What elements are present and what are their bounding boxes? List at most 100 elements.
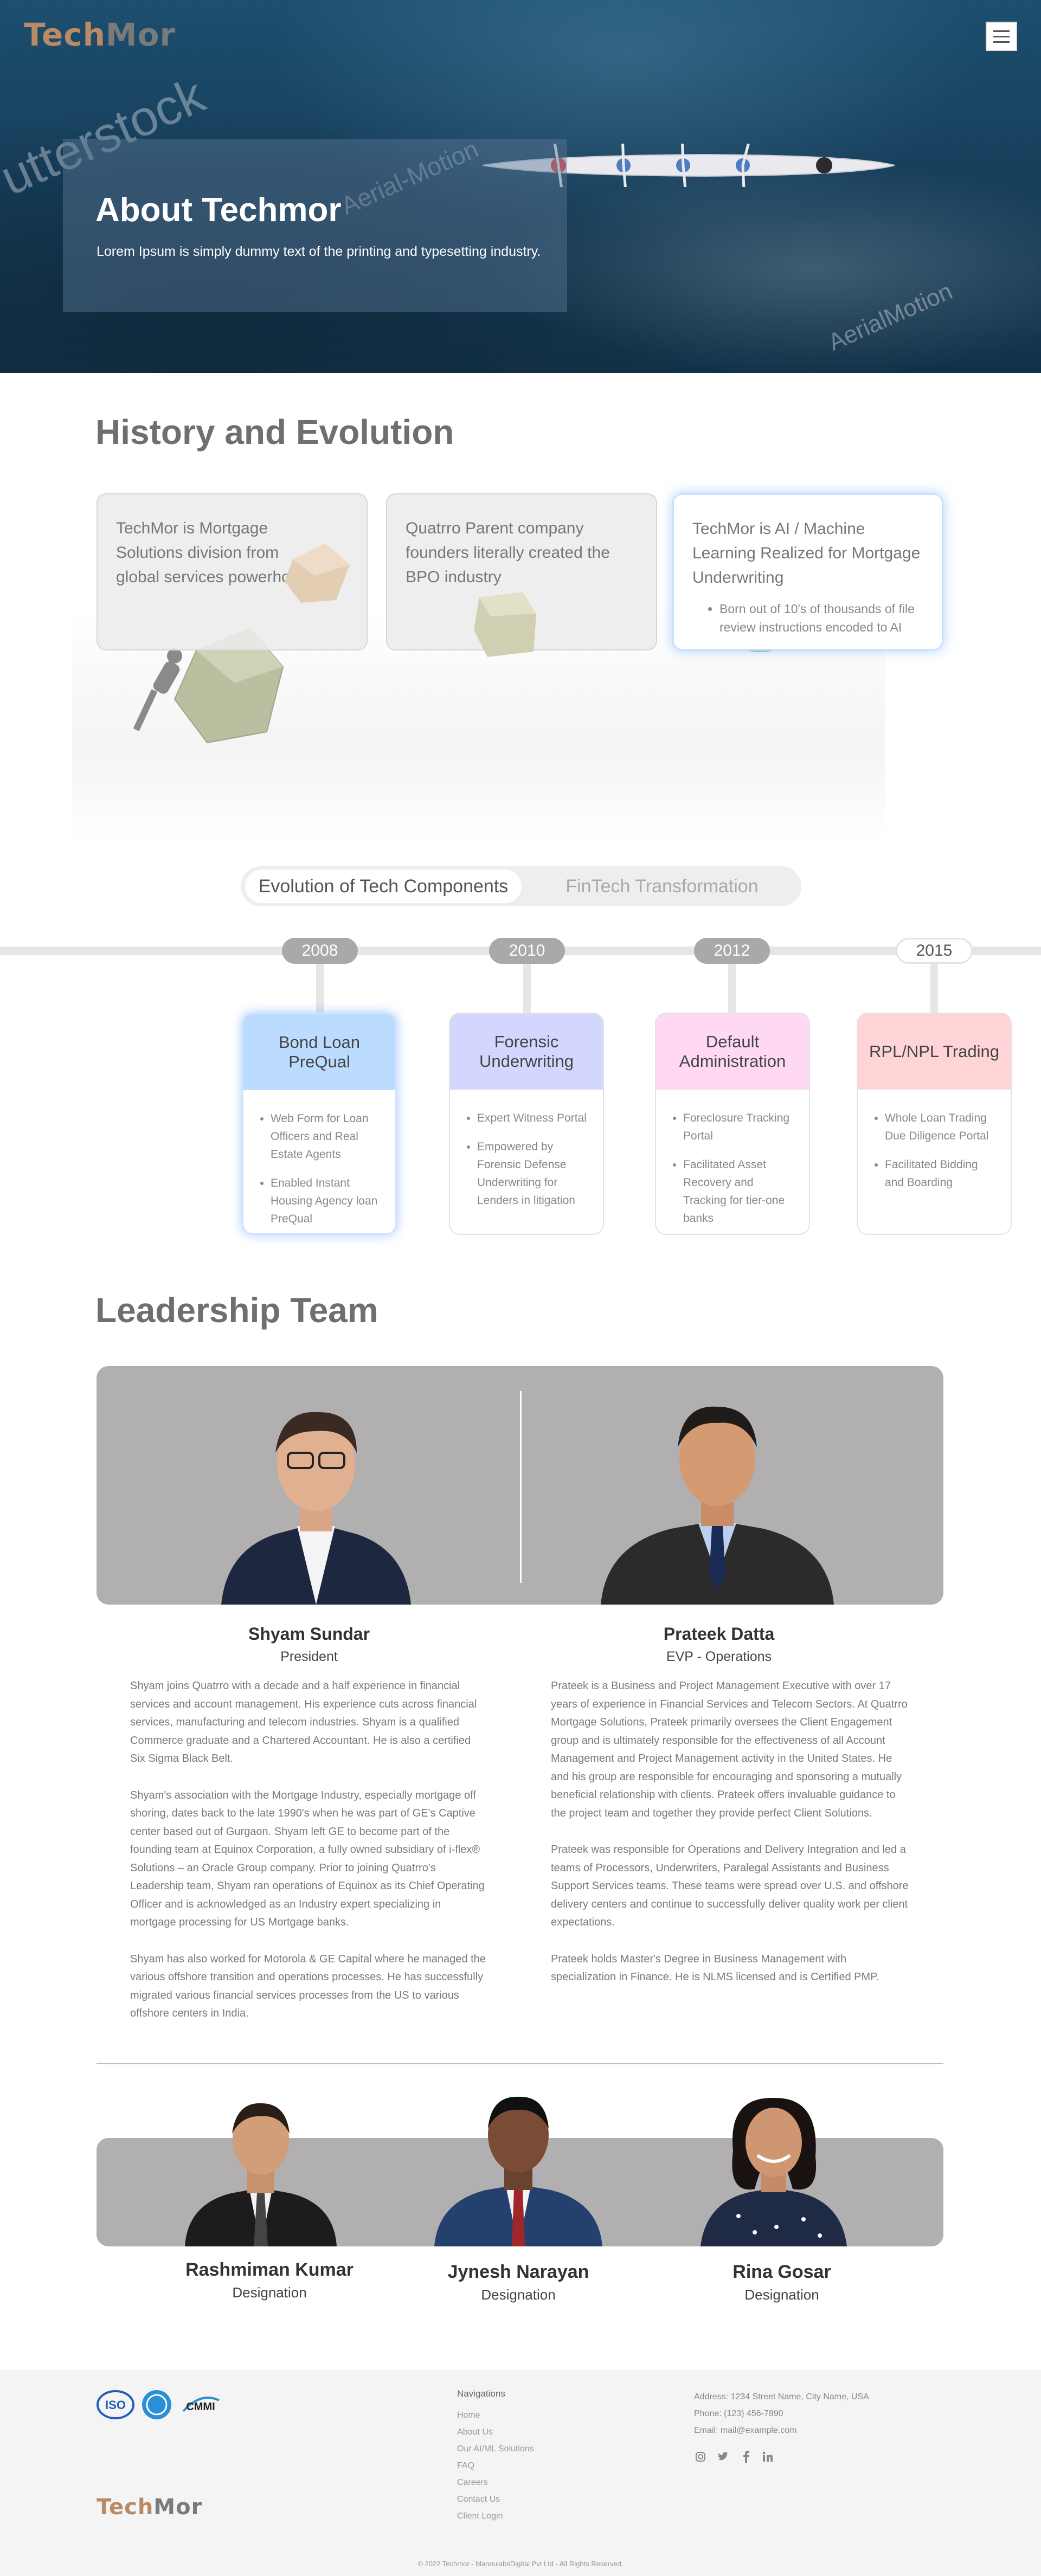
history-card-text: Quatrro Parent company founders literall… [406,519,610,586]
footer-email[interactable]: Email: mail@example.com [694,2422,869,2439]
footer-address: Address: 1234 Street Name, City Name, US… [694,2392,869,2401]
footer-link-client-login[interactable]: Client Login [457,2508,534,2525]
timeline-card-title: Forensic Underwriting [450,1014,603,1090]
history-card: TechMor is Mortgage Solutions division f… [97,493,368,651]
timeline-connector [728,964,736,1014]
timeline-card-title: Bond Loan PreQual [243,1014,395,1090]
iso-logo-icon: ISO [97,2390,134,2419]
timeline-bullet: Web Form for Loan Officers and Real Esta… [271,1110,382,1163]
timeline-card-bullets: Foreclosure Tracking Portal Facilitated … [656,1090,809,1227]
cmmi-badge-label: CMMI [186,2401,215,2413]
bio-paragraph: Shyam's association with the Mortgage In… [130,1789,485,1929]
footer-phone[interactable]: Phone: (123) 456-7890 [694,2405,869,2422]
leader-photo-shyam [221,1412,411,1605]
bio-paragraph: Shyam joins Quatrro with a decade and a … [130,1680,477,1764]
timeline-card[interactable]: Forensic Underwriting Expert Witness Por… [449,1013,604,1235]
timeline-card-title: RPL/NPL Trading [858,1014,1011,1090]
tab-evolution-of-tech-components[interactable]: Evolution of Tech Components [245,870,522,903]
history-section-title: History and Evolution [95,413,454,452]
copyright-text: © 2022 Techmor - MannulabsDigital Pvt Lt… [417,2560,624,2568]
leader-role: EVP - Operations [666,1649,772,1664]
footer-nav-title: Navigations [457,2388,505,2399]
team-member-role: Designation [232,2284,307,2301]
leader-bio: Shyam joins Quatrro with a decade and a … [130,1677,488,2042]
footer-contact: Address: 1234 Street Name, City Name, US… [694,2388,869,2439]
menu-bar [993,30,1010,32]
timeline-bullet: Facilitated Bidding and Boarding [885,1156,998,1192]
site-logo[interactable]: TechMor [24,16,176,53]
timeline-year[interactable]: 2015 [896,938,973,964]
footer-link-contact-us[interactable]: Contact Us [457,2491,534,2508]
leader-photo-prateek [601,1406,834,1605]
team-photo-jynesh [434,2096,602,2246]
iso-badge: ISO [97,2390,134,2420]
bio-paragraph: Prateek was responsible for Operations a… [551,1844,909,1928]
hero-subtitle: Lorem Ipsum is simply dummy text of the … [97,244,541,259]
leaders-divider [520,1391,522,1583]
timeline-card-bullets: Expert Witness Portal Empowered by Foren… [450,1090,603,1209]
timeline-bullet: Enabled Instant Housing Agency loan PreQ… [271,1174,382,1228]
timeline-card[interactable]: Default Administration Foreclosure Track… [655,1013,810,1235]
footer-logo[interactable]: TechMor [97,2495,202,2520]
menu-bar [993,35,1010,37]
cube-image [474,592,536,657]
page-title: About Techmor [95,191,342,229]
timeline-year[interactable]: 2012 [694,938,770,964]
timeline-card[interactable]: Bond Loan PreQual Web Form for Loan Offi… [242,1013,397,1235]
twitter-icon[interactable] [717,2450,730,2463]
team-photo-rina [701,2097,847,2246]
team-member-name: Rina Gosar [732,2262,831,2282]
bio-paragraph: Prateek is a Business and Project Manage… [551,1680,908,1819]
bio-paragraph: Prateek holds Master's Degree in Busines… [551,1953,879,1983]
footer-link-about-us[interactable]: About Us [457,2424,534,2440]
hero-banner: utterstock Aerial-Motion AerialMotion Ab… [0,0,1041,373]
tab-fintech-transformation[interactable]: FinTech Transformation [528,870,796,903]
certification-seal [141,2390,172,2420]
timeline-card-bullets: Whole Loan Trading Due Diligence Portal … [858,1090,1011,1192]
team-photo-rashmiman [185,2103,337,2246]
footer-link-careers[interactable]: Careers [457,2474,534,2491]
section-divider [97,2063,943,2064]
iso-badge-label: ISO [105,2398,126,2412]
leader-name: Prateek Datta [663,1624,775,1644]
timeline-year[interactable]: 2008 [282,938,358,964]
team-member-role: Designation [481,2287,556,2303]
team-member-name: Rashmiman Kumar [185,2259,354,2280]
timeline-bullet: Expert Witness Portal [477,1109,590,1127]
leadership-section-title: Leadership Team [95,1291,378,1330]
timeline-year[interactable]: 2010 [489,938,565,964]
seal-icon [142,2390,171,2419]
leader-name: Shyam Sundar [248,1624,370,1644]
cmmi-logo-icon: CMMI [182,2397,220,2413]
timeline-bullet: Empowered by Forensic Defense Underwriti… [477,1138,590,1209]
history-card-text: TechMor is AI / Machine Learning Realize… [692,520,921,587]
footer-link-solutions[interactable]: Our AI/ML Solutions [457,2440,534,2457]
instagram-icon[interactable] [694,2450,707,2463]
history-card-active: TechMor is AI / Machine Learning Realize… [672,493,943,651]
cmmi-badge: CMMI [179,2390,222,2420]
timeline-card-title: Default Administration [656,1014,809,1090]
timeline-connector [523,964,531,1014]
footer-nav: Home About Us Our AI/ML Solutions FAQ Ca… [457,2407,534,2525]
history-card: Quatrro Parent company founders literall… [386,493,657,657]
leader-bio: Prateek is a Business and Project Manage… [551,1677,909,2005]
team-member-role: Designation [744,2287,819,2303]
linkedin-icon[interactable] [761,2450,774,2463]
team-member-name: Jynesh Narayan [447,2262,589,2282]
footer-link-home[interactable]: Home [457,2407,534,2424]
cube-image [285,543,350,603]
timeline-bullet: Facilitated Asset Recovery and Tracking … [683,1156,796,1227]
leader-role: President [280,1649,338,1664]
bio-paragraph: Shyam has also worked for Motorola & GE … [130,1953,486,2020]
timeline-connector [930,964,938,1014]
timeline-card-bullets: Web Form for Loan Officers and Real Esta… [243,1090,395,1228]
footer-link-faq[interactable]: FAQ [457,2457,534,2474]
timeline-bullet: Whole Loan Trading Due Diligence Portal [885,1109,998,1145]
timeline-card[interactable]: RPL/NPL Trading Whole Loan Trading Due D… [857,1013,1012,1235]
hamburger-menu-button[interactable] [986,22,1017,51]
history-card-bullets: Born out of 10's of thousands of file re… [692,600,923,636]
facebook-icon[interactable] [740,2450,753,2463]
timeline-bullet: Foreclosure Tracking Portal [683,1109,796,1145]
timeline-connector [316,964,324,1014]
evolution-tabs: Evolution of Tech Components FinTech Tra… [241,866,801,906]
